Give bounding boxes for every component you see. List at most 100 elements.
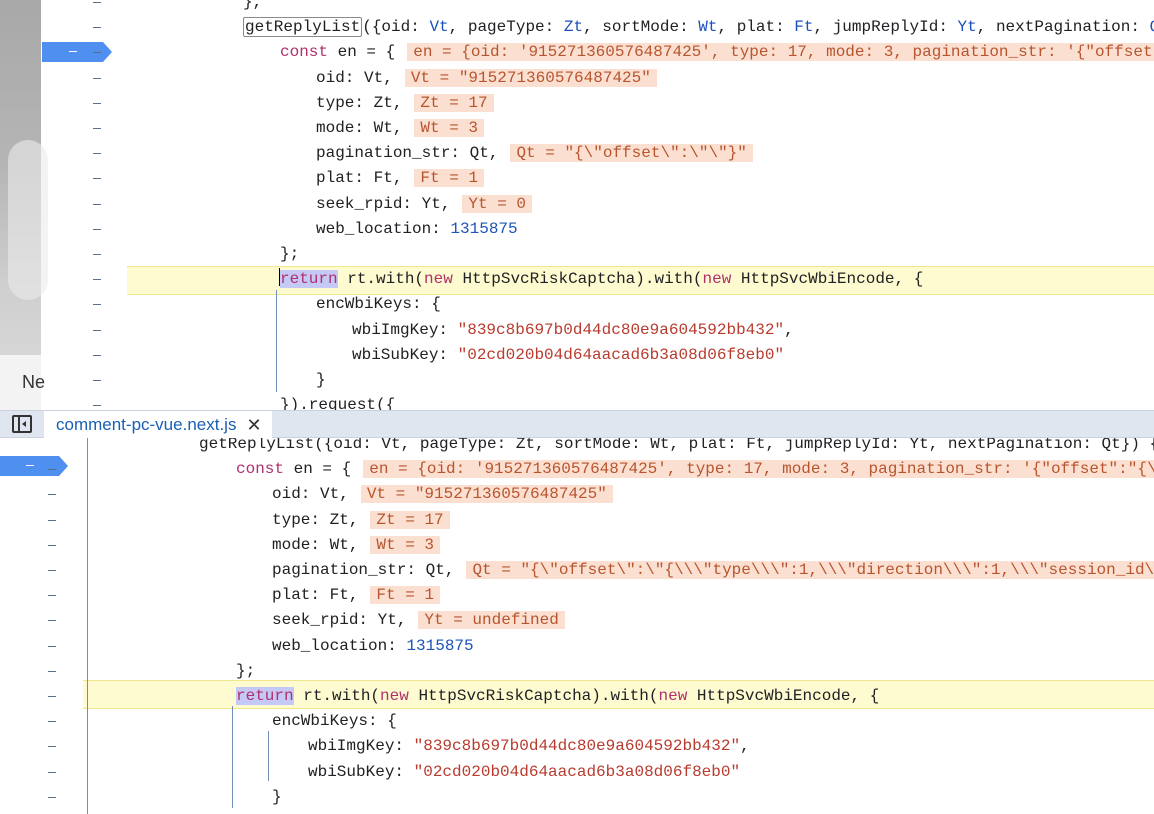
gutter-line-marker[interactable]: [93, 228, 101, 230]
gutter-line-marker[interactable]: [93, 153, 101, 155]
code-line: wbiImgKey: "839c8b697b0d44dc80e9a604592b…: [308, 734, 750, 759]
code-text: en = {: [328, 43, 396, 62]
gutter-line-marker[interactable]: [48, 721, 56, 723]
sidebar-toggle-icon[interactable]: [12, 415, 32, 433]
code-line: encWbiKeys: {: [316, 292, 441, 317]
keyword: new: [658, 687, 688, 705]
code-line: seek_rpid: Yt, Yt = 0: [316, 192, 533, 217]
gutter-line-marker[interactable]: [93, 380, 101, 381]
code-line: wbiSubKey: "02cd020b04d64aacad6b3a08d06f…: [308, 760, 740, 785]
code-line: mode: Wt, Wt = 3: [316, 116, 485, 141]
inline-value-badge[interactable]: en = {oid: '915271360576487425', type: 1…: [407, 43, 1154, 62]
code-text: ({oid:: [362, 18, 430, 37]
inline-value-badge[interactable]: Yt = undefined: [418, 611, 565, 630]
code-text: };: [280, 245, 300, 263]
inline-value-badge[interactable]: Qt = "{\"offset\":\"{\\\"type\\\":1,\\\"…: [466, 561, 1154, 579]
inline-value-badge[interactable]: Vt = "915271360576487425": [404, 68, 657, 87]
gutter-line-marker[interactable]: [48, 544, 56, 546]
code-text: type: Zt,: [316, 93, 403, 112]
gutter-line-marker[interactable]: [93, 27, 101, 29]
code-text: oid: Vt,: [316, 68, 393, 87]
gutter-line-marker[interactable]: [48, 696, 56, 697]
code-line: type: Zt, Zt = 17: [316, 91, 494, 116]
inline-value-badge[interactable]: en = {oid: '915271360576487425', type: 1…: [363, 460, 1154, 479]
tab-title: comment-pc-vue.next.js: [56, 415, 237, 434]
code-line: }).request({: [236, 810, 351, 814]
inline-value-badge[interactable]: Vt = "915271360576487425": [360, 485, 613, 504]
code-line: const en = { en = {oid: '9152713605764874…: [280, 40, 1154, 65]
keyword: const: [280, 43, 329, 62]
background-photo: [0, 0, 48, 410]
parameter: Zt: [563, 18, 584, 37]
inline-value-badge[interactable]: Wt = 3: [414, 119, 485, 137]
code-line: },: [243, 0, 262, 15]
gutter-line-marker[interactable]: [93, 102, 101, 104]
gutter-line-marker[interactable]: [48, 796, 56, 798]
code-text: ,: [784, 320, 794, 339]
gutter-line-marker[interactable]: [48, 519, 56, 521]
parameter: Qt: [1150, 18, 1154, 36]
parameter: Vt: [429, 18, 449, 37]
function-name: getReplyList: [243, 17, 363, 38]
gutter-line-marker[interactable]: [48, 746, 56, 748]
editor-tab-bar: comment-pc-vue.next.js ✕: [0, 410, 1154, 439]
code-text: rt.with(: [337, 270, 425, 289]
gutter-line-marker[interactable]: [93, 279, 101, 281]
inline-value-badge[interactable]: Wt = 3: [370, 535, 441, 554]
code-line: oid: Vt, Vt = "915271360576487425": [316, 66, 657, 91]
code-line: type: Zt, Zt = 17: [272, 508, 450, 533]
gutter-line-marker[interactable]: [93, 52, 101, 54]
gutter-line-marker[interactable]: [48, 670, 56, 672]
code-line: }: [272, 785, 282, 810]
code-text: encWbiKeys: {: [272, 712, 397, 731]
code-line: encWbiKeys: {: [272, 709, 397, 734]
gutter-line-marker[interactable]: [48, 620, 56, 622]
tab-comment-pc-vue[interactable]: comment-pc-vue.next.js ✕: [44, 411, 272, 439]
inline-value-badge[interactable]: Zt = 17: [414, 93, 494, 112]
gutter-line-marker[interactable]: [93, 2, 101, 3]
top-code-pane: Ne }, getReplyList ({oid: Vt, pageType: Zt…: [0, 0, 1154, 410]
gutter-line-marker[interactable]: [48, 645, 56, 647]
code-line: mode: Wt, Wt = 3: [272, 533, 441, 558]
gutter-line-marker[interactable]: [48, 771, 56, 773]
gutter-line-marker[interactable]: [48, 494, 56, 496]
gutter-line-marker[interactable]: [93, 203, 101, 205]
string-literal: "839c8b697b0d44dc80e9a604592bb432": [457, 320, 785, 339]
gutter-line-marker[interactable]: [93, 304, 101, 306]
gutter-line-marker[interactable]: [48, 469, 56, 471]
keyword: new: [424, 270, 453, 289]
inline-value-badge[interactable]: Zt = 17: [370, 510, 450, 529]
execution-pointer-icon[interactable]: [0, 456, 68, 476]
gutter-line-marker[interactable]: [93, 405, 101, 407]
indent-guide: [232, 706, 233, 808]
code-text: wbiImgKey:: [352, 320, 458, 339]
string-literal: "02cd020b04d64aacad6b3a08d06f8eb0": [457, 345, 785, 364]
inline-value-badge[interactable]: Ft = 1: [414, 169, 485, 188]
code-text: wbiImgKey:: [308, 737, 414, 756]
code-text: web_location:: [316, 219, 451, 238]
gutter-line-marker[interactable]: [93, 329, 101, 331]
gutter-line-marker[interactable]: [93, 77, 101, 79]
gutter-line-marker[interactable]: [48, 570, 56, 571]
code-text: en = {: [284, 460, 352, 479]
code-line: wbiSubKey: "02cd020b04d64aacad6b3a08d06f…: [352, 343, 784, 368]
code-text: , plat:: [717, 18, 795, 37]
close-icon[interactable]: ✕: [246, 415, 261, 436]
code-line: };: [280, 242, 299, 267]
gutter-line-marker[interactable]: [93, 354, 101, 356]
code-line: const en = {en = {oid: '9152713605764874…: [236, 457, 1154, 482]
inline-value-badge[interactable]: Qt = "{\"offset\":\"\"}": [510, 144, 753, 163]
inline-value-badge[interactable]: Ft = 1: [370, 586, 441, 605]
code-text: HttpSvcWbiEncode, {: [731, 270, 924, 289]
gutter-line-marker[interactable]: [48, 595, 56, 597]
code-text: oid: Vt,: [272, 485, 349, 504]
gutter-line-marker[interactable]: [93, 128, 101, 129]
inline-value-badge[interactable]: Yt = 0: [462, 194, 533, 213]
code-text: , jumpReplyId:: [813, 18, 958, 37]
indent-guide: [268, 731, 269, 781]
gutter-line-marker[interactable]: [93, 178, 101, 180]
code-line: pagination_str: Qt, Qt = "{\"offset\":\"{…: [272, 558, 1154, 583]
indent-guide: [87, 438, 88, 814]
gutter-line-marker[interactable]: [93, 254, 101, 255]
code-text: plat: Ft,: [272, 586, 359, 605]
